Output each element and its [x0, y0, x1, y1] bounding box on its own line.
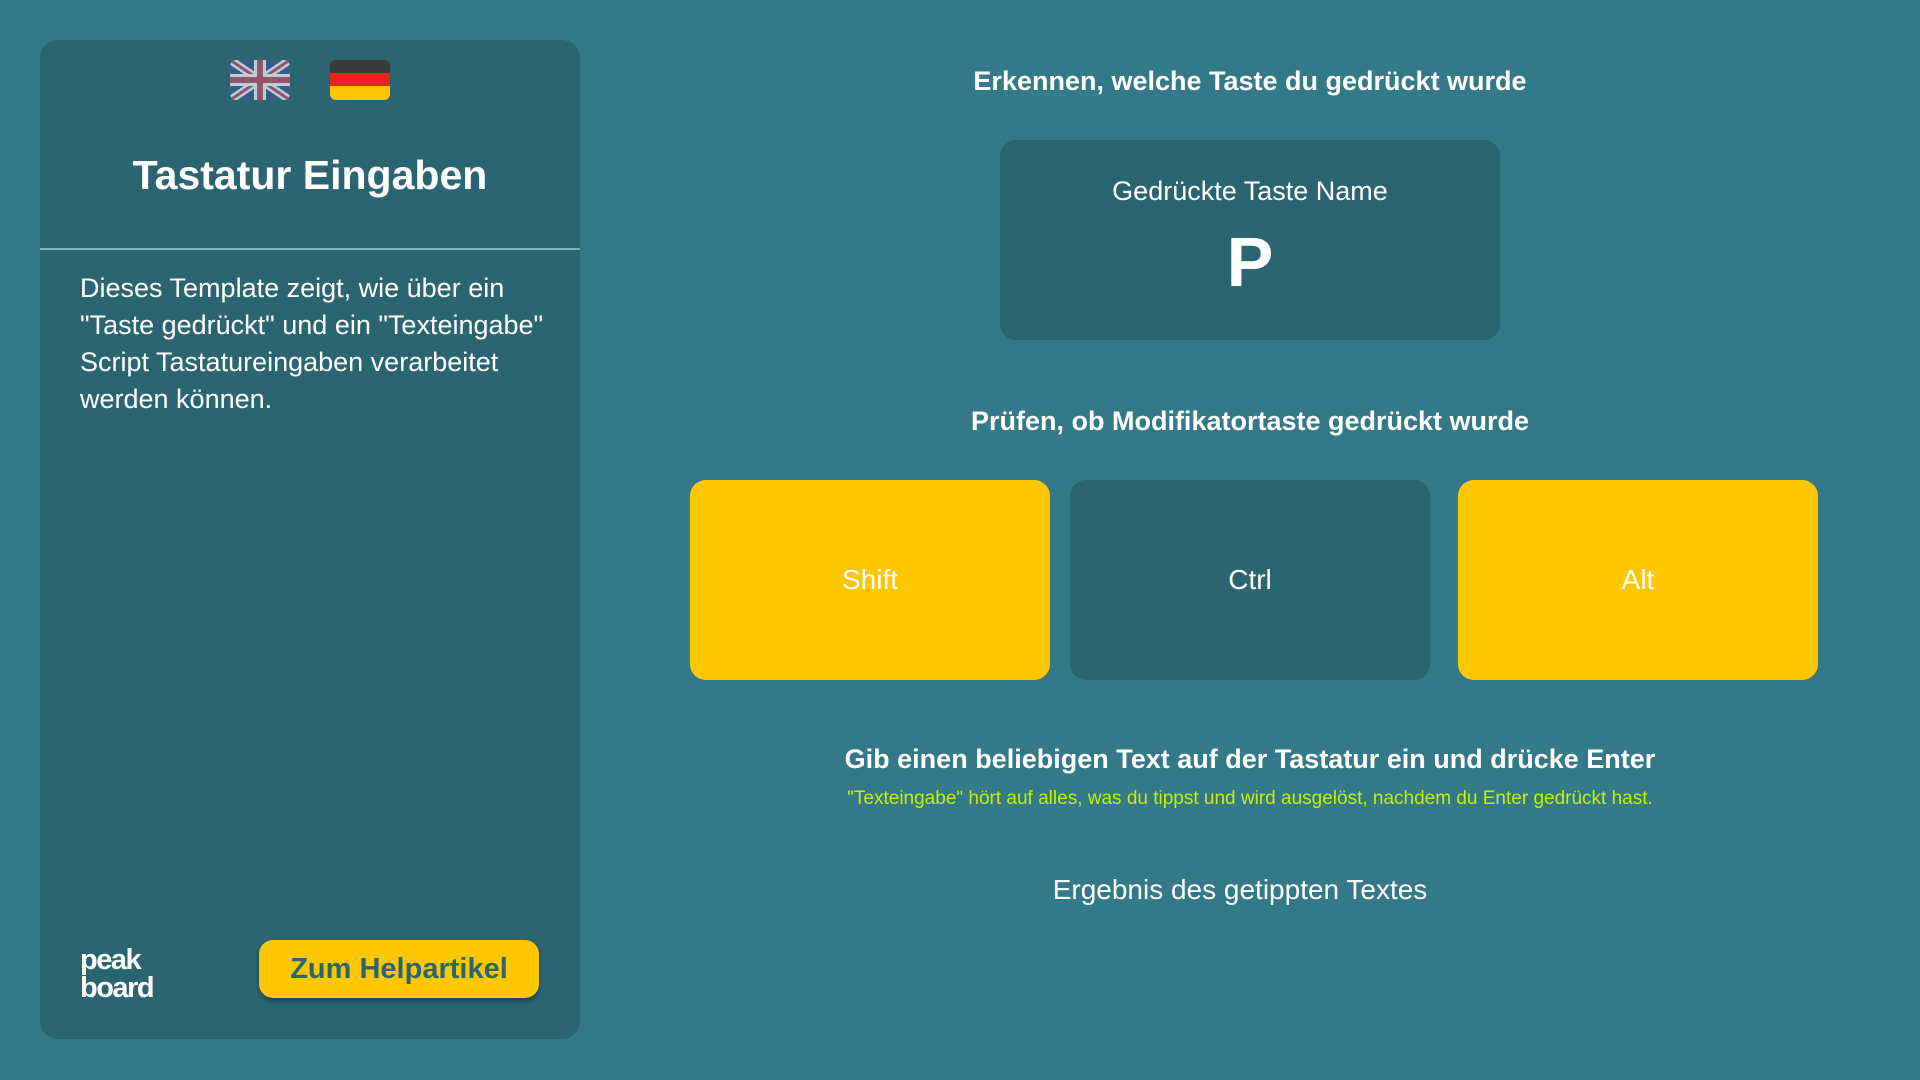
key-detection-heading: Erkennen, welche Taste du gedrückt wurde	[973, 66, 1527, 96]
ctrl-indicator: Ctrl	[1070, 480, 1430, 680]
pressed-key-label: Gedrückte Taste Name	[1112, 176, 1388, 206]
page-title: Tastatur Eingaben	[132, 152, 488, 198]
uk-flag-icon[interactable]	[230, 60, 290, 100]
modifier-check-heading: Prüfen, ob Modifikatortaste gedrückt wur…	[970, 406, 1530, 436]
text-input-note: "Texteingabe" hört auf alles, was du tip…	[847, 788, 1653, 809]
typed-text-result: Ergebnis des getippten Textes	[1052, 874, 1428, 905]
peakboard-logo: peak board	[80, 944, 190, 1008]
help-article-button[interactable]: Zum Helpartikel	[259, 940, 539, 998]
shift-indicator: Shift	[690, 480, 1050, 680]
sidebar-panel: Tastatur Eingaben Dieses Template zeigt,…	[40, 40, 580, 1039]
logo-text-board: board	[80, 972, 153, 1003]
template-description: Dieses Template zeigt, wie über ein "Tas…	[80, 273, 544, 414]
sidebar-divider	[40, 248, 580, 250]
germany-flag-icon[interactable]	[330, 60, 390, 100]
text-input-heading: Gib einen beliebigen Text auf der Tastat…	[844, 744, 1656, 774]
pressed-key-value: P	[1226, 223, 1274, 301]
alt-indicator: Alt	[1458, 480, 1818, 680]
pressed-key-display: Gedrückte Taste Name P	[1000, 140, 1500, 340]
